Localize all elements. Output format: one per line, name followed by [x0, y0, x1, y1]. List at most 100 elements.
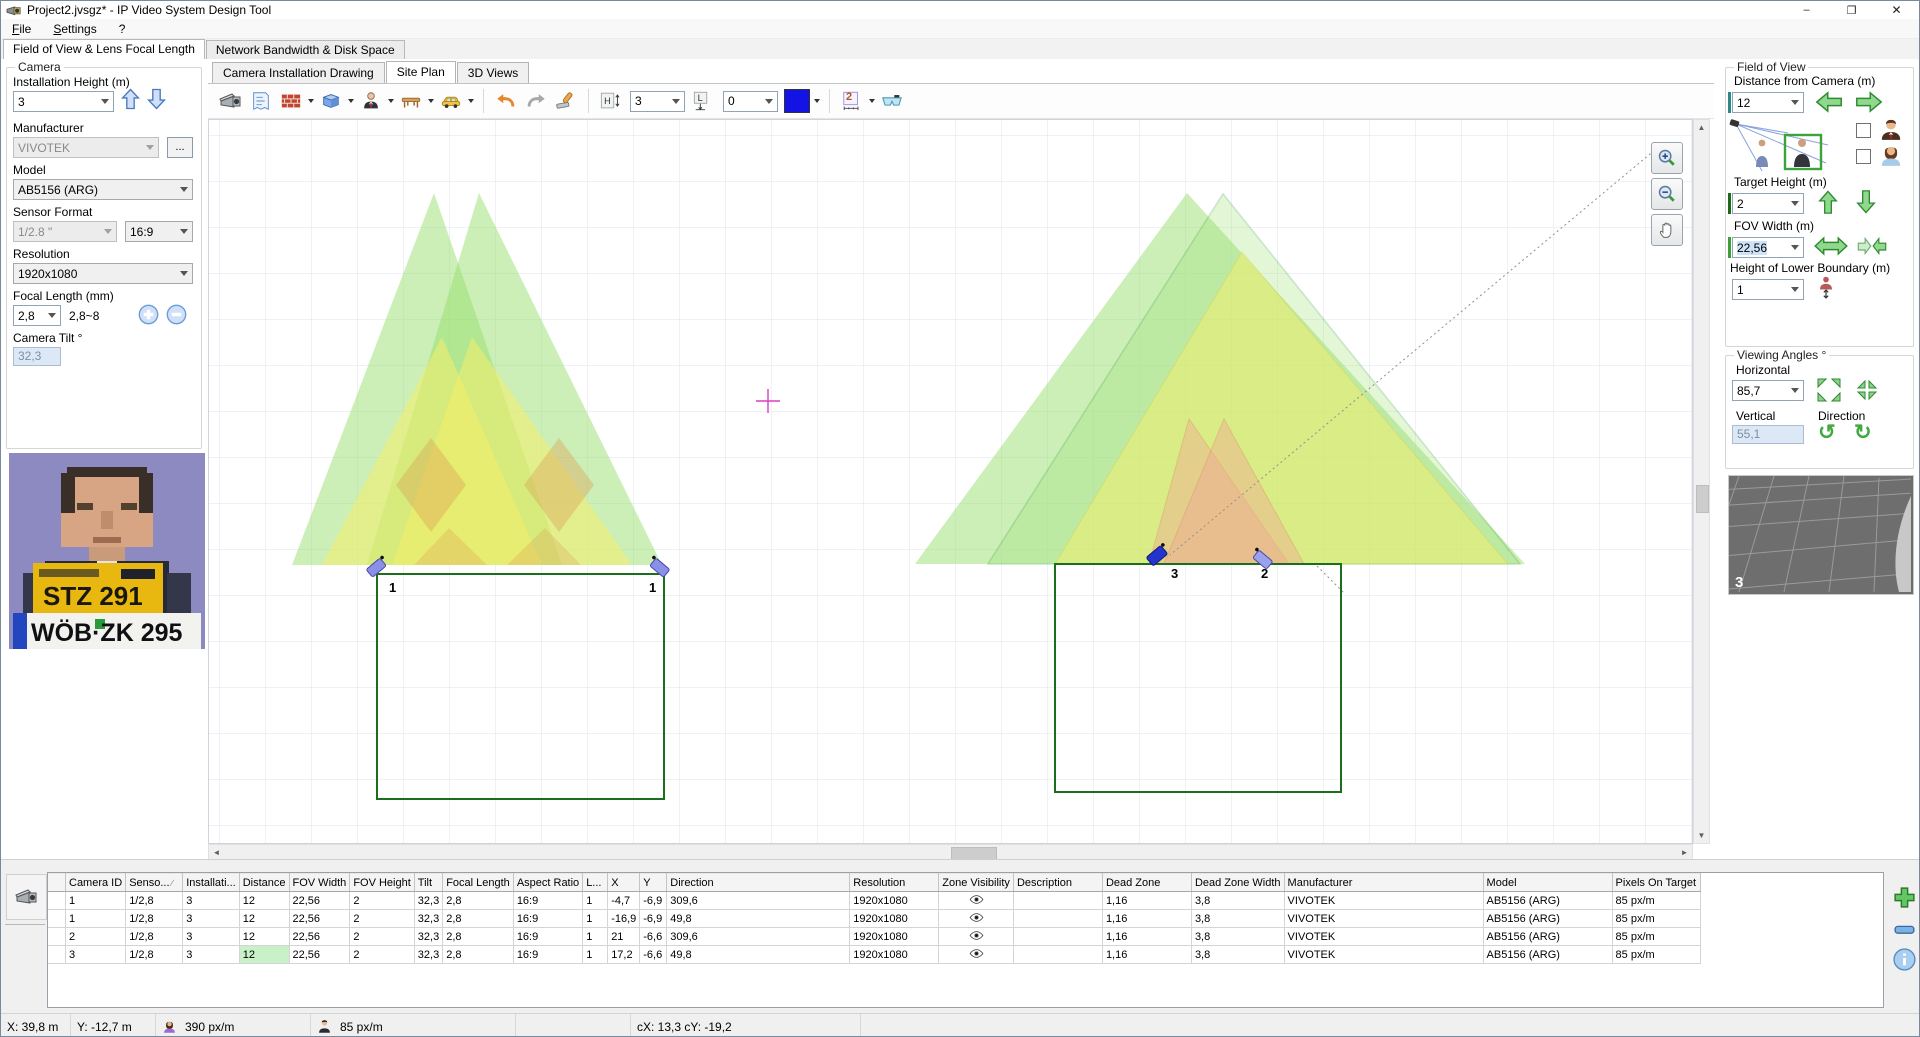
scroll-down-arrow[interactable]: ▼	[1694, 828, 1709, 843]
cell-description[interactable]	[1013, 892, 1102, 910]
object-height-button[interactable]: H	[596, 87, 626, 115]
target-shorter-icon[interactable]	[1856, 189, 1876, 215]
cell-dead-zone-width[interactable]: 3,8	[1191, 928, 1284, 946]
lower-boundary-combo[interactable]: 1	[1732, 279, 1804, 300]
cell-dead-zone[interactable]: 1,16	[1102, 946, 1191, 964]
cell-l-[interactable]: 1	[583, 910, 608, 928]
cell-dead-zone-width[interactable]: 3,8	[1191, 910, 1284, 928]
cell-senso-[interactable]: 1/2,8	[126, 910, 183, 928]
table-row[interactable]: 11/2,831222,56232,32,816:91-16,9-6,949,8…	[48, 910, 1700, 928]
table-row[interactable]: 11/2,831222,56232,32,816:91-4,7-6,9309,6…	[48, 892, 1700, 910]
cell-installati-[interactable]: 3	[183, 946, 240, 964]
menu-[interactable]: ?	[108, 20, 137, 38]
cell-fov-width[interactable]: 22,56	[289, 928, 350, 946]
cell-y[interactable]: -6,9	[640, 892, 667, 910]
cell-l-[interactable]: 1	[583, 928, 608, 946]
cell-dead-zone-width[interactable]: 3,8	[1191, 892, 1284, 910]
cell-manufacturer[interactable]: VIVOTEK	[1284, 928, 1483, 946]
add-camera-button[interactable]	[1891, 884, 1918, 911]
move-farther-icon[interactable]	[1854, 91, 1884, 113]
installation-height-combo[interactable]: 3	[13, 91, 114, 112]
cell-distance[interactable]: 12	[239, 946, 289, 964]
col-header-pixels-on-target[interactable]: Pixels On Target	[1612, 874, 1700, 892]
cell-l-[interactable]: 1	[583, 946, 608, 964]
cell-focal-length[interactable]: 2,8	[443, 910, 514, 928]
scroll-up-arrow[interactable]: ▲	[1694, 120, 1709, 135]
distance-combo[interactable]: 12	[1732, 92, 1804, 113]
zone-visibility-eye-icon[interactable]	[939, 928, 1014, 946]
col-header-x[interactable]: X	[608, 874, 640, 892]
cell-senso-[interactable]: 1/2,8	[126, 892, 183, 910]
rotate-ccw-icon[interactable]: ↺	[1818, 423, 1836, 443]
remove-camera-button[interactable]	[1891, 916, 1918, 943]
sensor-format-combo[interactable]: 1/2.8 "	[13, 221, 117, 242]
cell-resolution[interactable]: 1920x1080	[850, 946, 939, 964]
col-header-direction[interactable]: Direction	[667, 874, 850, 892]
vertical-scroll-thumb[interactable]	[1696, 485, 1709, 513]
cell-camera-id[interactable]: 1	[66, 892, 126, 910]
doc-tab-camera-installation-drawing[interactable]: Camera Installation Drawing	[212, 62, 385, 83]
doc-tab-site-plan[interactable]: Site Plan	[386, 61, 456, 84]
load-drawing-tool[interactable]	[246, 87, 276, 115]
3d-glasses-button[interactable]	[877, 87, 907, 115]
pan-hand-button[interactable]	[1651, 214, 1683, 246]
zoom-in-button[interactable]	[1651, 142, 1683, 174]
cell-fov-height[interactable]: 2	[350, 946, 414, 964]
row-selector-cell[interactable]	[48, 928, 66, 946]
model-combo[interactable]: AB5156 (ARG)	[13, 179, 193, 200]
cell-model[interactable]: AB5156 (ARG)	[1483, 910, 1612, 928]
cell-installati-[interactable]: 3	[183, 928, 240, 946]
col-header-resolution[interactable]: Resolution	[850, 874, 939, 892]
widen-angle-icon[interactable]	[1816, 377, 1842, 403]
cell-focal-length[interactable]: 2,8	[443, 928, 514, 946]
cell-resolution[interactable]: 1920x1080	[850, 910, 939, 928]
cell-resolution[interactable]: 1920x1080	[850, 928, 939, 946]
cell-fov-height[interactable]: 2	[350, 892, 414, 910]
col-header-fov-height[interactable]: FOV Height	[350, 874, 414, 892]
canvas-vertical-scrollbar[interactable]: ▲ ▼	[1693, 119, 1710, 844]
show-woman-checkbox[interactable]	[1856, 149, 1871, 164]
scroll-right-arrow[interactable]: ►	[1677, 845, 1692, 860]
col-header-l-[interactable]: L...	[583, 874, 608, 892]
cell-senso-[interactable]: 1/2,8	[126, 928, 183, 946]
target-taller-icon[interactable]	[1818, 189, 1838, 215]
col-header-zone-visibility[interactable]: Zone Visibility	[939, 874, 1014, 892]
aspect-ratio-combo[interactable]: 16:9	[125, 221, 193, 242]
cell-installati-[interactable]: 3	[183, 892, 240, 910]
cell-manufacturer[interactable]: VIVOTEK	[1284, 910, 1483, 928]
col-header-camera-id[interactable]: Camera ID	[66, 874, 126, 892]
cell-tilt[interactable]: 32,3	[414, 928, 442, 946]
zoom-out-button[interactable]	[1651, 178, 1683, 210]
cell-description[interactable]	[1013, 946, 1102, 964]
cell-senso-[interactable]: 1/2,8	[126, 946, 183, 964]
person-object-tool-dropdown[interactable]	[386, 87, 396, 115]
cell-l-[interactable]: 1	[583, 892, 608, 910]
menu-settings[interactable]: Settings	[42, 20, 107, 38]
col-header-description[interactable]: Description	[1013, 874, 1102, 892]
cell-fov-height[interactable]: 2	[350, 928, 414, 946]
cell-model[interactable]: AB5156 (ARG)	[1483, 928, 1612, 946]
zoom-in-lens-button[interactable]	[137, 303, 160, 326]
stamp-tool[interactable]	[551, 87, 581, 115]
car-object-tool[interactable]	[436, 87, 466, 115]
cell-aspect-ratio[interactable]: 16:9	[513, 892, 582, 910]
lower-camera-icon[interactable]	[147, 87, 166, 111]
zoom-out-lens-button[interactable]	[165, 303, 188, 326]
furniture-object-tool-dropdown[interactable]	[426, 87, 436, 115]
scroll-left-arrow[interactable]: ◄	[209, 845, 224, 860]
cell-fov-height[interactable]: 2	[350, 910, 414, 928]
cell-focal-length[interactable]: 2,8	[443, 946, 514, 964]
cell-aspect-ratio[interactable]: 16:9	[513, 910, 582, 928]
color-dropdown[interactable]	[812, 87, 822, 115]
cell-camera-id[interactable]: 2	[66, 928, 126, 946]
cell-resolution[interactable]: 1920x1080	[850, 892, 939, 910]
cell-direction[interactable]: 309,6	[667, 892, 850, 910]
cell-distance[interactable]: 12	[239, 910, 289, 928]
cell-y[interactable]: -6,6	[640, 946, 667, 964]
manufacturer-combo[interactable]: VIVOTEK	[13, 137, 159, 158]
col-header-y[interactable]: Y	[640, 874, 667, 892]
box-obstacle-tool[interactable]	[316, 87, 346, 115]
row-selector-cell[interactable]	[48, 946, 66, 964]
maximize-button[interactable]: ❐	[1829, 1, 1874, 19]
cell-dead-zone[interactable]: 1,16	[1102, 910, 1191, 928]
